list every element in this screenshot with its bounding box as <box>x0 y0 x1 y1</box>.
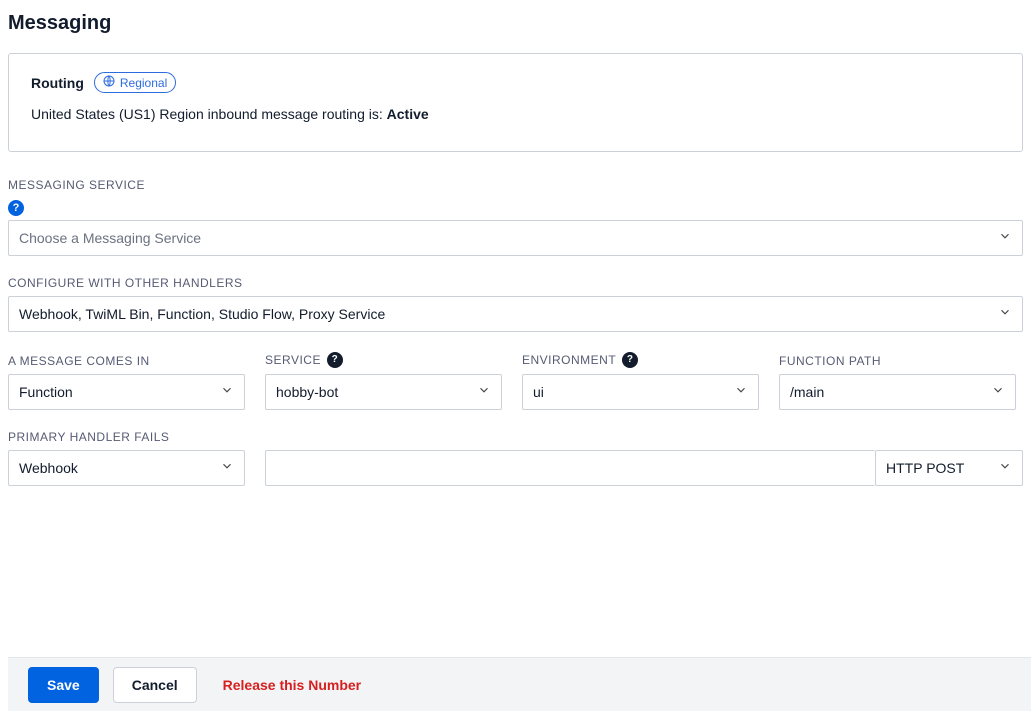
http-method-select[interactable]: HTTP POST <box>875 450 1023 486</box>
release-number-link[interactable]: Release this Number <box>223 677 362 693</box>
routing-status-prefix: United States (US1) Region inbound messa… <box>31 106 387 122</box>
chevron-down-icon <box>734 383 748 400</box>
environment-label: ENVIRONMENT <box>522 353 616 367</box>
function-path-select[interactable]: /main <box>779 374 1016 410</box>
globe-icon <box>103 75 115 90</box>
incoming-value: Function <box>19 384 73 400</box>
primary-fails-url-input[interactable] <box>265 450 875 486</box>
chevron-down-icon <box>998 305 1012 322</box>
page-title: Messaging <box>8 12 1023 35</box>
messaging-service-select[interactable]: Choose a Messaging Service <box>8 220 1023 256</box>
chevron-down-icon <box>998 459 1012 476</box>
incoming-select[interactable]: Function <box>8 374 245 410</box>
chevron-down-icon <box>220 383 234 400</box>
cancel-button[interactable]: Cancel <box>113 667 197 703</box>
service-select[interactable]: hobby-bot <box>265 374 502 410</box>
function-path-label: FUNCTION PATH <box>779 354 1016 368</box>
chevron-down-icon <box>991 383 1005 400</box>
help-icon[interactable]: ? <box>8 200 24 216</box>
chevron-down-icon <box>477 383 491 400</box>
environment-value: ui <box>533 384 544 400</box>
incoming-label: A MESSAGE COMES IN <box>8 354 245 368</box>
environment-select[interactable]: ui <box>522 374 759 410</box>
function-path-value: /main <box>790 384 824 400</box>
footer-bar: Save Cancel Release this Number <box>8 657 1031 711</box>
configure-handlers-select[interactable]: Webhook, TwiML Bin, Function, Studio Flo… <box>8 296 1023 332</box>
routing-status: United States (US1) Region inbound messa… <box>31 105 1000 125</box>
primary-fails-label: PRIMARY HANDLER FAILS <box>8 430 245 444</box>
service-label: SERVICE <box>265 353 321 367</box>
help-icon[interactable]: ? <box>622 352 638 368</box>
configure-handlers-label: CONFIGURE WITH OTHER HANDLERS <box>8 276 1023 290</box>
primary-fails-value: Webhook <box>19 460 78 476</box>
routing-card: Routing Regional United States (US1) Reg… <box>8 53 1023 152</box>
routing-status-value: Active <box>387 106 429 122</box>
http-method-value: HTTP POST <box>886 460 964 476</box>
chevron-down-icon <box>998 229 1012 246</box>
routing-label: Routing <box>31 75 84 91</box>
regional-badge[interactable]: Regional <box>94 72 176 93</box>
help-icon[interactable]: ? <box>327 352 343 368</box>
messaging-service-label: MESSAGING SERVICE <box>8 178 1023 192</box>
service-value: hobby-bot <box>276 384 338 400</box>
configure-handlers-value: Webhook, TwiML Bin, Function, Studio Flo… <box>19 306 385 322</box>
regional-badge-label: Regional <box>120 76 167 90</box>
primary-fails-select[interactable]: Webhook <box>8 450 245 486</box>
chevron-down-icon <box>220 459 234 476</box>
save-button[interactable]: Save <box>28 667 99 703</box>
messaging-service-value: Choose a Messaging Service <box>19 230 201 246</box>
